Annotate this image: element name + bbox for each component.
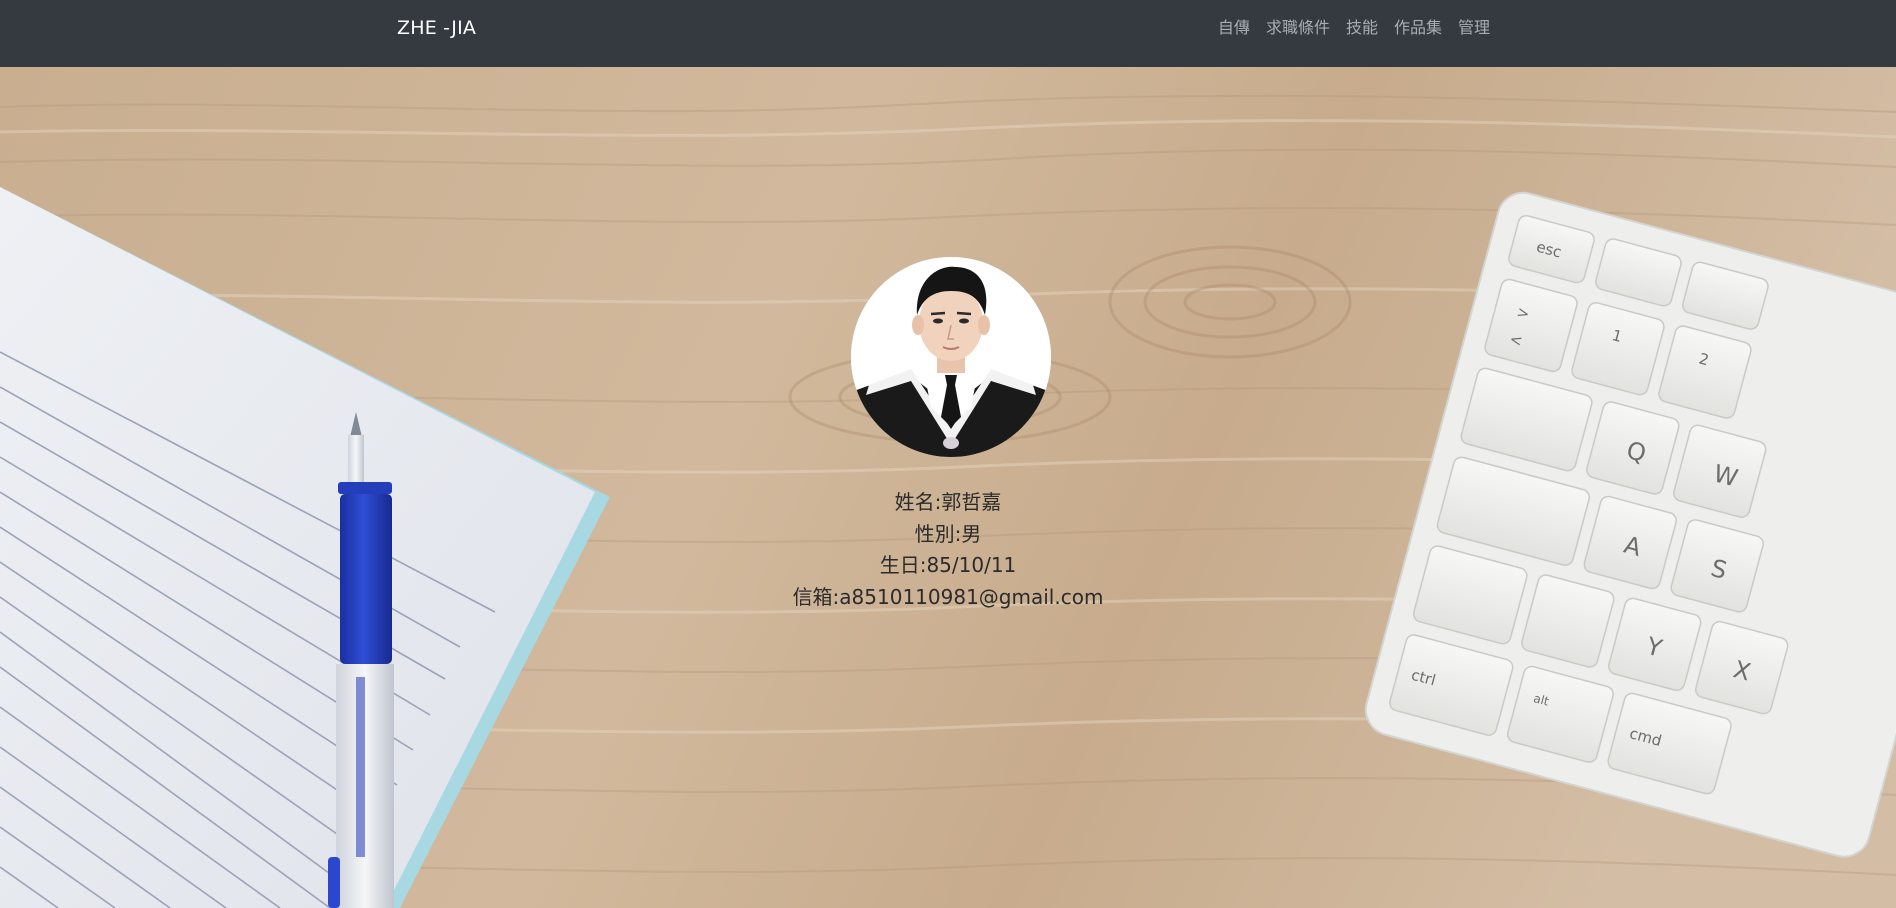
nav-link-portfolio[interactable]: 作品集	[1386, 15, 1450, 41]
profile-info: 姓名:郭哲嘉 性別:男 生日:85/10/11 信箱:a8510110981@g…	[0, 487, 1896, 613]
profile-photo	[851, 257, 1051, 457]
profile-birthday: 生日:85/10/11	[879, 553, 1017, 577]
nav-menu: 自傳 求職條件 技能 作品集 管理	[1210, 15, 1498, 41]
profile-name: 姓名:郭哲嘉	[894, 490, 1002, 514]
profile-gender: 性別:男	[914, 521, 982, 546]
nav-link-autobiography[interactable]: 自傳	[1210, 15, 1258, 41]
nav-link-admin[interactable]: 管理	[1450, 15, 1498, 41]
top-navbar: ZHE -JIA 自傳 求職條件 技能 作品集 管理	[0, 0, 1896, 67]
nav-link-skills[interactable]: 技能	[1338, 15, 1386, 41]
brand-link[interactable]: ZHE -JIA	[397, 15, 476, 41]
hero-background: esc > < 1 2 Q W A S Y X ctrl alt cmd 姓名:…	[0, 67, 1896, 908]
nav-link-job-conditions[interactable]: 求職條件	[1258, 15, 1338, 41]
profile-email: 信箱:a8510110981@gmail.com	[792, 584, 1104, 609]
profile-photo-image	[851, 257, 1051, 457]
